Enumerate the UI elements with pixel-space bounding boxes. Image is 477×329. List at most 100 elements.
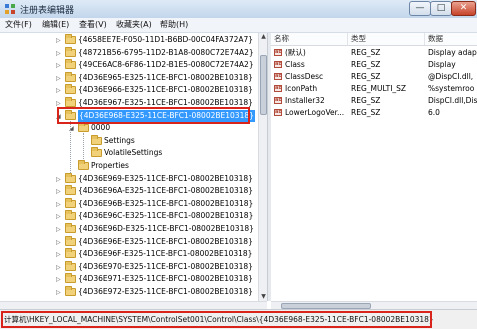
expand-arrow-icon[interactable]: ▷ (56, 213, 63, 220)
minimize-button[interactable]: — (409, 1, 431, 16)
folder-icon (65, 46, 76, 57)
tree-node[interactable]: Properties (0, 160, 258, 172)
tree-node-label: {4D36E96F-E325-11CE-BFC1-08002BE10318} (78, 249, 253, 259)
status-bar: 计算机\HKEY_LOCAL_MACHINE\SYSTEM\ControlSet… (0, 309, 477, 329)
folder-icon (78, 122, 89, 133)
tree-node[interactable]: VolatileSettings (0, 147, 258, 159)
menu-favorites[interactable]: 收藏夹(A) (114, 19, 154, 31)
value-row[interactable]: ab Class REG_SZ Display (271, 59, 477, 70)
tree-node[interactable]: ▷ {48721B56-6795-11D2-B1A8-0080C72E74A2} (0, 46, 258, 59)
folder-icon (65, 260, 76, 271)
registry-tree[interactable]: ▷ {4658EE7E-F050-11D1-B6BD-00C04FA372A7} ▷… (0, 33, 267, 301)
menu-view[interactable]: 查看(V) (77, 19, 109, 31)
tree-node[interactable]: ▷ {4D36E967-E325-11CE-BFC1-08002BE10318} (0, 97, 258, 109)
column-data-header[interactable]: 数据 (425, 33, 477, 45)
close-button[interactable]: ✕ (451, 1, 476, 16)
expand-arrow-icon[interactable]: ▷ (56, 201, 63, 208)
expand-arrow-icon[interactable]: ▷ (56, 276, 63, 283)
folder-icon (65, 210, 76, 221)
tree-node-label: {49CE6AC8-6F86-11D2-B1E5-0080C72E74A2} (78, 60, 254, 70)
value-name-cell: IconPath (285, 84, 318, 93)
collapse-arrow-icon[interactable]: ◢ (56, 113, 63, 120)
tree-node[interactable]: ▷ {4D36E971-E325-11CE-BFC1-08002BE10318} (0, 273, 258, 285)
values-list[interactable]: 名称 类型 数据 ab (默认) REG_SZ Display adap ab Class… (271, 33, 477, 301)
tree-node-label: {4D36E970-E325-11CE-BFC1-08002BE10318} (78, 261, 253, 271)
folder-icon (65, 235, 76, 246)
folder-icon (65, 223, 76, 233)
tree-node[interactable]: ▷ {4D36E966-E325-11CE-BFC1-08002BE10318} (0, 84, 258, 96)
tree-node[interactable]: ◢ 0000 (0, 122, 258, 134)
expand-arrow-icon[interactable]: ▷ (56, 50, 63, 57)
folder-icon (65, 34, 76, 44)
tree-node[interactable]: ▷ {4D36E965-E325-11CE-BFC1-08002BE10318} (0, 71, 258, 84)
value-type-cell: REG_SZ (351, 72, 381, 81)
tree-node[interactable]: ▷ {4D36E96C-E325-11CE-BFC1-08002BE10318} (0, 210, 258, 222)
folder-icon (65, 71, 76, 82)
expand-arrow-icon[interactable]: ▷ (56, 176, 63, 183)
folder-icon (91, 147, 102, 158)
expand-arrow-icon[interactable]: ▷ (56, 87, 63, 94)
value-row[interactable]: ab ClassDesc REG_SZ @DispCI.dll, (271, 71, 477, 82)
string-value-icon: ab (274, 73, 282, 80)
folder-icon (65, 286, 76, 296)
folder-icon (78, 160, 89, 170)
tree-node-label: {48721B56-6795-11D2-B1A8-0080C72E74A2} (78, 47, 254, 57)
tree-node-selected[interactable]: ◢ {4D36E968-E325-11CE-BFC1-08002BE10318} (0, 109, 258, 122)
tree-scroll-thumb[interactable] (260, 55, 267, 115)
expand-arrow-icon[interactable]: ▷ (56, 239, 63, 246)
string-value-icon: ab (274, 61, 282, 68)
expand-arrow-icon[interactable]: ▷ (56, 251, 63, 258)
tree-node[interactable]: Settings (0, 134, 258, 147)
expand-arrow-icon[interactable]: ▷ (56, 37, 63, 44)
window-title: 注册表编辑器 (20, 6, 75, 16)
tree-node[interactable]: ▷ {4D36E969-E325-11CE-BFC1-08002BE10318} (0, 172, 258, 185)
folder-icon (65, 248, 76, 259)
tree-node[interactable]: ▷ {4D36E970-E325-11CE-BFC1-08002BE10318} (0, 260, 258, 273)
status-path-highlight (1, 311, 432, 328)
menu-edit[interactable]: 编辑(E) (40, 19, 71, 31)
folder-icon (91, 134, 102, 145)
column-name-header[interactable]: 名称 (271, 33, 348, 45)
value-row[interactable]: ab Installer32 REG_SZ DispCI.dll,Dis (271, 95, 477, 106)
value-name-cell: LowerLogoVer... (285, 108, 345, 117)
menu-file[interactable]: 文件(F) (3, 19, 34, 31)
tree-node[interactable]: ▷ {49CE6AC8-6F86-11D2-B1E5-0080C72E74A2} (0, 59, 258, 71)
string-value-icon: ab (274, 109, 282, 116)
tree-node-label: {4D36E96E-E325-11CE-BFC1-08002BE10318} (78, 236, 253, 246)
tree-node[interactable]: ▷ {4D36E96B-E325-11CE-BFC1-08002BE10318} (0, 197, 258, 210)
value-row[interactable]: ab LowerLogoVer... REG_SZ 6.0 (271, 107, 477, 118)
tree-node-label: {4D36E972-E325-11CE-BFC1-08002BE10318} (78, 287, 253, 296)
tree-node-label: {4D36E971-E325-11CE-BFC1-08002BE10318} (78, 274, 253, 284)
expand-arrow-icon[interactable]: ▷ (56, 226, 63, 233)
value-name-cell: (默认) (285, 48, 306, 57)
column-type-header[interactable]: 类型 (348, 33, 425, 45)
folder-icon (65, 59, 76, 70)
tree-node[interactable]: ▷ {4D36E96D-E325-11CE-BFC1-08002BE10318} (0, 223, 258, 235)
expand-arrow-icon[interactable]: ▷ (56, 264, 63, 271)
tree-node-label: Properties (91, 161, 129, 170)
value-name-cell: Class (285, 60, 305, 69)
value-row[interactable]: ab (默认) REG_SZ Display adap (271, 47, 477, 58)
value-data-cell: Display adap (428, 48, 477, 57)
value-row[interactable]: ab IconPath REG_MULTI_SZ %systemroo (271, 83, 477, 94)
value-data-cell: DispCI.dll,Dis (428, 96, 477, 105)
tree-node[interactable]: ▷ {4D36E96E-E325-11CE-BFC1-08002BE10318} (0, 235, 258, 248)
value-type-cell: REG_SZ (351, 108, 381, 117)
tree-node[interactable]: ▷ {4D36E96F-E325-11CE-BFC1-08002BE10318} (0, 248, 258, 260)
string-value-icon: ab (274, 49, 282, 56)
menu-help[interactable]: 帮助(H) (158, 19, 190, 31)
title-bar[interactable]: 注册表编辑器 — □ ✕ (0, 0, 477, 19)
expand-arrow-icon[interactable]: ▷ (56, 100, 63, 107)
maximize-button[interactable]: □ (430, 1, 452, 16)
expand-arrow-icon[interactable]: ▷ (56, 289, 63, 296)
expand-arrow-icon[interactable]: ▷ (56, 62, 63, 69)
string-value-icon: ab (274, 97, 282, 104)
tree-guide-line (83, 133, 84, 159)
expand-arrow-icon[interactable]: ▷ (56, 188, 63, 195)
tree-node-label: {4D36E967-E325-11CE-BFC1-08002BE10318} (78, 98, 253, 107)
tree-node[interactable]: ▷ {4D36E972-E325-11CE-BFC1-08002BE10318} (0, 286, 258, 298)
tree-node[interactable]: ▷ {4658EE7E-F050-11D1-B6BD-00C04FA372A7} (0, 34, 258, 46)
tree-node-label: {4D36E965-E325-11CE-BFC1-08002BE10318} (78, 72, 253, 82)
expand-arrow-icon[interactable]: ▷ (56, 75, 63, 82)
tree-node[interactable]: ▷ {4D36E96A-E325-11CE-BFC1-08002BE10318} (0, 185, 258, 197)
